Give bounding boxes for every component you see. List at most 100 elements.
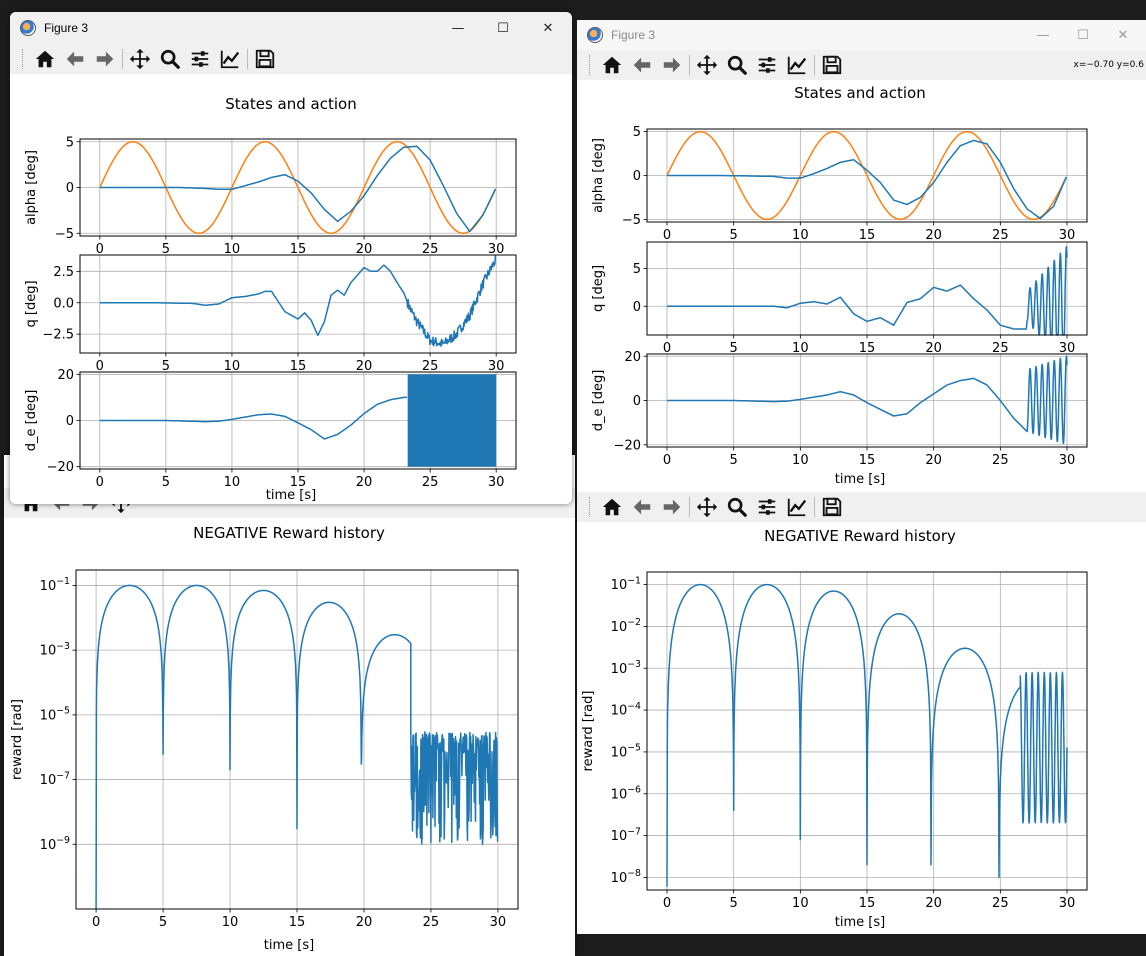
x-axis-label: time [s] <box>835 472 885 487</box>
y-tick-label: 10−7 <box>40 770 70 788</box>
toolbar-grip <box>589 55 591 75</box>
y-tick-label: 20 <box>624 350 641 365</box>
x-tick-label: 15 <box>859 453 876 468</box>
close-button[interactable]: ✕ <box>525 12 571 44</box>
series-line <box>99 396 408 440</box>
x-axis-label: time [s] <box>266 488 316 503</box>
x-tick-label: 20 <box>925 228 942 243</box>
x-tick-label: 25 <box>992 228 1009 243</box>
arrow-left-icon <box>633 499 651 515</box>
home-icon <box>35 50 55 68</box>
toolbar-separator <box>247 49 248 69</box>
move-icon <box>696 496 718 518</box>
y-tick-label: 0.0 <box>53 296 74 311</box>
save-button[interactable] <box>250 46 280 72</box>
zoom-icon <box>160 49 180 69</box>
x-tick-label: 10 <box>222 915 239 930</box>
x-tick-label: 0 <box>663 896 671 911</box>
x-tick-label: 30 <box>1059 228 1076 243</box>
x-tick-label: 20 <box>925 453 942 468</box>
x-tick-label: 10 <box>224 475 241 490</box>
subplots-button[interactable] <box>752 494 782 520</box>
y-tick-label: −5 <box>55 227 74 242</box>
x-tick-label: 0 <box>96 475 104 490</box>
axes-button[interactable] <box>782 494 812 520</box>
x-tick-label: 25 <box>992 453 1009 468</box>
chart-states-right: States and action 0 5 10 15 20 25 30 5 0 −5 alpha [… <box>591 84 1088 487</box>
x-tick-label: 25 <box>992 896 1009 911</box>
figure-window-top-left: Figure 3 — ☐ ✕ States and action 0 5 10 15 20… <box>10 12 572 504</box>
y-axis-label: d_e [deg] <box>591 370 606 432</box>
zoom-icon <box>727 55 747 75</box>
x-tick-label: 5 <box>730 453 738 468</box>
x-tick-label: 0 <box>663 453 671 468</box>
axes-button[interactable] <box>782 52 812 78</box>
y-tick-label: 10−9 <box>40 835 70 853</box>
chart-title: NEGATIVE Reward history <box>764 527 956 545</box>
axes-button[interactable] <box>215 46 245 72</box>
x-tick-label: 20 <box>356 475 373 490</box>
y-tick-label: 5 <box>66 135 74 150</box>
y-tick-label: 20 <box>57 368 74 383</box>
back-button[interactable] <box>60 46 90 72</box>
y-tick-label: 10−8 <box>611 868 641 886</box>
back-button[interactable] <box>627 494 657 520</box>
forward-button[interactable] <box>657 494 687 520</box>
x-tick-label: 10 <box>792 896 809 911</box>
subplots-button[interactable] <box>752 52 782 78</box>
arrow-right-icon <box>96 51 114 67</box>
maximize-button[interactable]: ☐ <box>480 12 526 44</box>
toolbar-separator <box>122 49 123 69</box>
x-tick-label: 30 <box>490 915 507 930</box>
toolbar-separator <box>814 55 815 75</box>
y-axis-label: q [deg] <box>24 280 39 327</box>
home-icon <box>602 498 622 516</box>
toolbar-grip <box>22 49 24 69</box>
pan-button[interactable] <box>692 52 722 78</box>
title-bar: Figure 3 — ☐ ✕ <box>577 20 1146 50</box>
zoom-button[interactable] <box>722 52 752 78</box>
x-tick-label: 20 <box>925 896 942 911</box>
toolbar-separator <box>814 497 815 517</box>
minimize-button[interactable]: — <box>435 12 481 44</box>
pan-button[interactable] <box>692 494 722 520</box>
figure-window-top-right: Figure 3 — ☐ ✕ x=−0.70 y=0.6 States and … <box>577 20 1146 492</box>
pan-button[interactable] <box>125 46 155 72</box>
toolbar: x=−0.70 y=0.6 <box>577 50 1146 80</box>
x-tick-label: 10 <box>792 228 809 243</box>
x-tick-label: 25 <box>423 915 440 930</box>
y-tick-label: −20 <box>47 460 74 475</box>
x-tick-label: 15 <box>859 228 876 243</box>
y-tick-label: 0 <box>66 414 74 429</box>
chart-line-icon <box>787 56 807 75</box>
zoom-button[interactable] <box>722 494 752 520</box>
home-button[interactable] <box>30 46 60 72</box>
x-tick-label: 0 <box>92 915 100 930</box>
save-button[interactable] <box>817 494 847 520</box>
subplots-button[interactable] <box>185 46 215 72</box>
y-tick-label: 5 <box>633 262 641 277</box>
x-tick-label: 10 <box>792 453 809 468</box>
save-button[interactable] <box>817 52 847 78</box>
back-button[interactable] <box>627 52 657 78</box>
sliders-icon <box>191 51 209 67</box>
y-tick-label: 10−6 <box>611 784 641 802</box>
y-tick-label: 10−3 <box>611 659 641 677</box>
home-icon <box>602 56 622 74</box>
y-tick-label: 0 <box>633 300 641 315</box>
forward-button[interactable] <box>90 46 120 72</box>
arrow-right-icon <box>663 499 681 515</box>
y-tick-label: −2.5 <box>42 328 74 343</box>
save-icon <box>822 497 842 517</box>
zoom-button[interactable] <box>155 46 185 72</box>
close-button[interactable]: ✕ <box>1100 20 1146 50</box>
home-button[interactable] <box>597 494 627 520</box>
chart-line-icon <box>220 50 240 69</box>
sliders-icon <box>758 499 776 515</box>
y-tick-label: −5 <box>622 213 641 228</box>
toolbar <box>577 492 1146 522</box>
arrow-left-icon <box>633 57 651 73</box>
chart-states-left: States and action0 5 10 15 20 25 3050−5alpha [… <box>24 95 517 503</box>
forward-button[interactable] <box>657 52 687 78</box>
home-button[interactable] <box>597 52 627 78</box>
